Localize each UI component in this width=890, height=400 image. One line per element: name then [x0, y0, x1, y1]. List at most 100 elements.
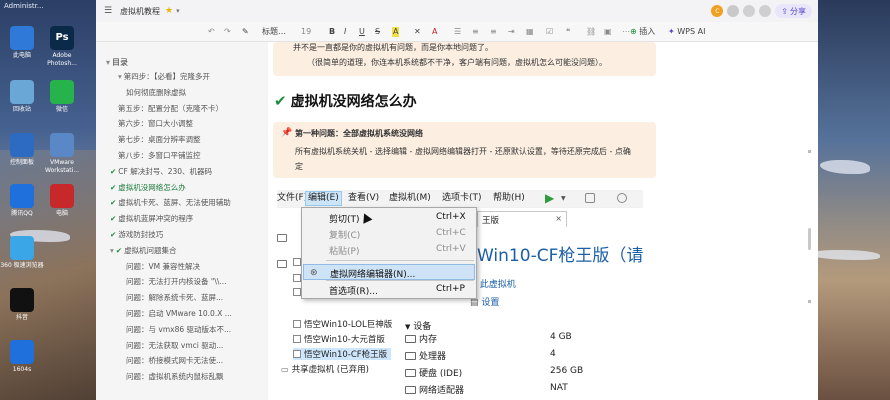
- checkbox-icon[interactable]: [293, 274, 301, 282]
- heading-style-select[interactable]: 标题…: [262, 25, 286, 39]
- outline-item[interactable]: 问题：无法获取 vmci 驱动...: [126, 340, 223, 351]
- collab-avatar-icon[interactable]: [759, 5, 772, 17]
- outline-header[interactable]: ▾ 目录: [106, 57, 128, 68]
- vm-menu-edit[interactable]: 编辑(E): [305, 191, 342, 206]
- outline-item[interactable]: 问题：启动 VMware 10.0.X ...: [126, 308, 232, 319]
- vm-device-row[interactable]: 处理器: [405, 349, 446, 362]
- desktop-shortcut[interactable]: 1604s: [0, 340, 44, 374]
- wps-ai-button[interactable]: ✦ WPS AI: [668, 25, 705, 39]
- vm-menu-vm[interactable]: 虚拟机(M): [389, 192, 431, 205]
- text-color-button[interactable]: A: [432, 25, 437, 39]
- italic-button[interactable]: I: [344, 25, 346, 39]
- edit-menu-item[interactable]: ⊛ 虚拟网络编辑器(N)...: [303, 264, 475, 280]
- menu-icon[interactable]: ☰: [104, 6, 114, 16]
- outline-item[interactable]: ▾ ✔ 虚拟机问题集合: [110, 245, 177, 256]
- vm-menu-tabs[interactable]: 选项卡(T): [442, 192, 482, 205]
- outline-item[interactable]: 问题：桥接模式网卡无法使...: [126, 355, 223, 366]
- collab-avatar-icon[interactable]: [743, 5, 756, 17]
- checklist-icon[interactable]: ☑: [546, 25, 553, 39]
- chevron-down-icon[interactable]: ▾: [118, 72, 122, 81]
- avatar[interactable]: C: [711, 5, 724, 17]
- outline-item[interactable]: 第六步：窗口大小调整: [118, 118, 193, 129]
- vm-device-row[interactable]: 硬盘 (IDE): [405, 366, 462, 379]
- desktop-shortcut[interactable]: 腾讯QQ: [0, 184, 44, 218]
- vm-library-item[interactable]: 悟空Win10-CF枪王版: [293, 348, 392, 360]
- outline-item[interactable]: 问题：解除系统卡死、蓝屏...: [126, 292, 223, 303]
- align-icon[interactable]: ≡: [490, 25, 497, 39]
- vm-menu-view[interactable]: 查看(V): [348, 192, 379, 205]
- checkbox-icon[interactable]: [293, 258, 301, 266]
- snapshot-icon[interactable]: [617, 193, 627, 203]
- redo-icon[interactable]: ↷: [224, 25, 231, 39]
- outline-item[interactable]: ✔ 游戏防封技巧: [110, 229, 163, 240]
- desktop-shortcut[interactable]: 360 极速浏览器: [0, 236, 44, 270]
- shared-vms-row[interactable]: ▭ 共享虚拟机 (已弃用): [281, 363, 369, 376]
- play-icon[interactable]: ▶: [545, 191, 554, 205]
- edit-menu-item[interactable]: 首选项(R)... Ctrl+P: [303, 282, 475, 298]
- vm-device-row[interactable]: 网络适配器: [405, 383, 464, 396]
- suspend-icon[interactable]: [585, 193, 595, 203]
- clear-format-icon[interactable]: ✕: [414, 25, 421, 39]
- vm-menu-file[interactable]: 文件(F): [277, 192, 307, 205]
- desktop-shortcut[interactable]: 微信: [40, 80, 84, 114]
- outline-item[interactable]: 第七步：桌面分辨率调整: [118, 134, 201, 145]
- list-icon[interactable]: ☰: [454, 25, 461, 39]
- desktop-shortcut[interactable]: 电脑: [40, 184, 84, 218]
- outline-item[interactable]: 第五步：配置分配（克隆不卡）: [118, 103, 223, 114]
- outline-item[interactable]: 如何彻底删除虚拟: [126, 87, 186, 98]
- desktop-shortcut[interactable]: Ps Adobe Photosh...: [40, 26, 84, 68]
- checkbox-icon[interactable]: [293, 288, 301, 296]
- table-icon[interactable]: ▦: [526, 25, 534, 39]
- undo-icon[interactable]: ↶: [208, 25, 215, 39]
- desktop-shortcut[interactable]: VMware Workstati...: [40, 133, 84, 175]
- vm-device-row[interactable]: 内存: [405, 332, 437, 345]
- checkbox-icon[interactable]: [293, 320, 301, 328]
- chevron-down-icon[interactable]: ▾: [176, 7, 180, 15]
- close-icon[interactable]: ×: [555, 214, 562, 223]
- vm-library-item[interactable]: 悟空Win10-大元首版: [293, 333, 385, 345]
- chevron-down-icon[interactable]: ▼: [561, 195, 566, 202]
- link-icon[interactable]: ⛓: [586, 25, 596, 39]
- highlight-button[interactable]: A: [392, 27, 400, 37]
- vm-library-row[interactable]: [293, 288, 301, 296]
- vm-library-row[interactable]: [293, 274, 301, 282]
- vertical-scrollbar[interactable]: [808, 228, 811, 250]
- more-icon[interactable]: ⋯: [622, 25, 630, 39]
- vm-menu-help[interactable]: 帮助(H): [493, 192, 525, 205]
- outline-item[interactable]: 问题：虚拟机系统内鼠标乱飘: [126, 371, 224, 382]
- font-size-select[interactable]: 19: [301, 25, 311, 39]
- underline-button[interactable]: U: [359, 25, 365, 39]
- outline-item[interactable]: ✔ 虚拟机卡死、蓝屏、无法使用辅助: [110, 197, 231, 208]
- bold-button[interactable]: B: [329, 25, 335, 39]
- quote-icon[interactable]: ❝: [566, 25, 570, 39]
- desktop-shortcut[interactable]: 控制面板: [0, 133, 44, 167]
- devices-section-header[interactable]: ▼ 设备: [405, 319, 431, 332]
- indent-icon[interactable]: ⇥: [508, 25, 515, 39]
- strikethrough-button[interactable]: S: [375, 25, 380, 39]
- checkbox-icon[interactable]: [293, 350, 301, 358]
- edit-menu-item[interactable]: 剪切(T) Ctrl+X: [303, 210, 475, 226]
- insert-button[interactable]: ⊕ 插入: [630, 25, 655, 39]
- image-icon[interactable]: ▣: [604, 25, 612, 39]
- outline-item[interactable]: ✔ 虚拟机没网络怎么办: [110, 182, 186, 193]
- share-button[interactable]: ⇪ 分享: [775, 4, 812, 18]
- vm-tab[interactable]: 王版 ×: [477, 211, 567, 227]
- chevron-down-icon[interactable]: ▾: [110, 246, 114, 255]
- outline-item[interactable]: 第八步：多窗口平铺监控: [118, 150, 201, 161]
- outline-item[interactable]: ✔ 虚拟机蓝屏冲突的程序: [110, 213, 193, 224]
- collab-avatar-icon[interactable]: [727, 5, 740, 17]
- edit-menu-item[interactable]: 复制(C) Ctrl+C: [303, 226, 475, 242]
- document-title[interactable]: 虚拟机教程: [120, 6, 160, 17]
- outline-item[interactable]: ✔ CF 解决封号、230、机器码: [110, 166, 212, 177]
- edit-menu-item[interactable]: 粘贴(P) Ctrl+V: [303, 242, 475, 258]
- checkbox-icon[interactable]: [293, 335, 301, 343]
- outline-item[interactable]: ▾ 第四步：【必看】完隆多开: [118, 71, 210, 82]
- ordered-list-icon[interactable]: ≡: [472, 25, 479, 39]
- star-icon[interactable]: ★: [165, 6, 173, 16]
- desktop-shortcut[interactable]: 抖音: [0, 288, 44, 322]
- format-painter-icon[interactable]: ✎: [242, 25, 249, 39]
- outline-item[interactable]: 问题：无法打开内核设备 "\\...: [126, 276, 227, 287]
- vm-library-item[interactable]: 悟空Win10-LOL巨神版: [293, 318, 392, 330]
- outline-item[interactable]: 问题：VM 兼容性解决: [126, 261, 200, 272]
- desktop-shortcut[interactable]: 回收站: [0, 80, 44, 114]
